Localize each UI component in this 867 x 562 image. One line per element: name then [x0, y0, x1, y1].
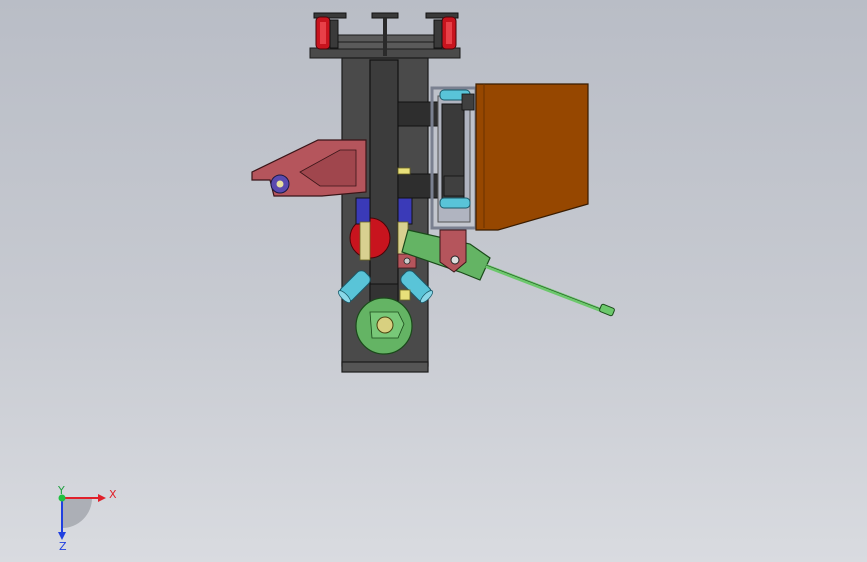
left-bracket-arm	[251, 139, 367, 197]
hydraulic-cylinder	[401, 229, 615, 317]
z-axis-arrow-icon	[58, 532, 66, 540]
blue-block-left	[355, 197, 371, 225]
cam-hub	[376, 316, 394, 334]
caster-right-fork	[433, 19, 443, 49]
inner-slide-rail	[369, 59, 399, 313]
cad-viewport[interactable]: X Y Z	[0, 0, 867, 562]
orientation-triad[interactable]: X Y Z	[40, 478, 130, 553]
pivot-plate-bolt	[403, 257, 411, 265]
caster-left-fork	[329, 19, 339, 49]
triad-shadow	[62, 498, 92, 528]
link-arm-lower	[397, 173, 443, 199]
assembly-model[interactable]	[0, 0, 867, 562]
motor-housing	[475, 83, 589, 231]
caster-right-hub	[446, 22, 452, 44]
cylinder-rod-tip	[599, 303, 615, 317]
yellow-stud	[397, 167, 411, 175]
frame-base-foot	[341, 361, 429, 373]
cylinder-rod-highlight	[485, 264, 607, 312]
spring-left	[359, 221, 371, 261]
roller-spring-right	[399, 289, 411, 301]
handle-stem	[383, 18, 387, 56]
guide-roller-bottom	[439, 197, 471, 209]
caster-left-hub	[320, 22, 326, 44]
guide-block-top	[461, 93, 475, 111]
bottom-cam-assembly	[355, 297, 413, 355]
cylinder-rod	[485, 264, 607, 314]
link-arm-upper	[397, 101, 443, 127]
handle-top	[371, 12, 399, 19]
z-axis-label: Z	[59, 540, 67, 553]
x-axis-arrow-icon	[98, 494, 106, 502]
guide-block-bottom	[443, 175, 465, 197]
top-mount-assembly	[309, 12, 461, 59]
blue-block-right	[397, 197, 413, 225]
bracket-pivot-inner	[276, 180, 284, 188]
x-axis-label: X	[109, 488, 117, 501]
cylinder-mount-pin	[450, 255, 460, 265]
y-axis-label: Y	[57, 484, 65, 497]
